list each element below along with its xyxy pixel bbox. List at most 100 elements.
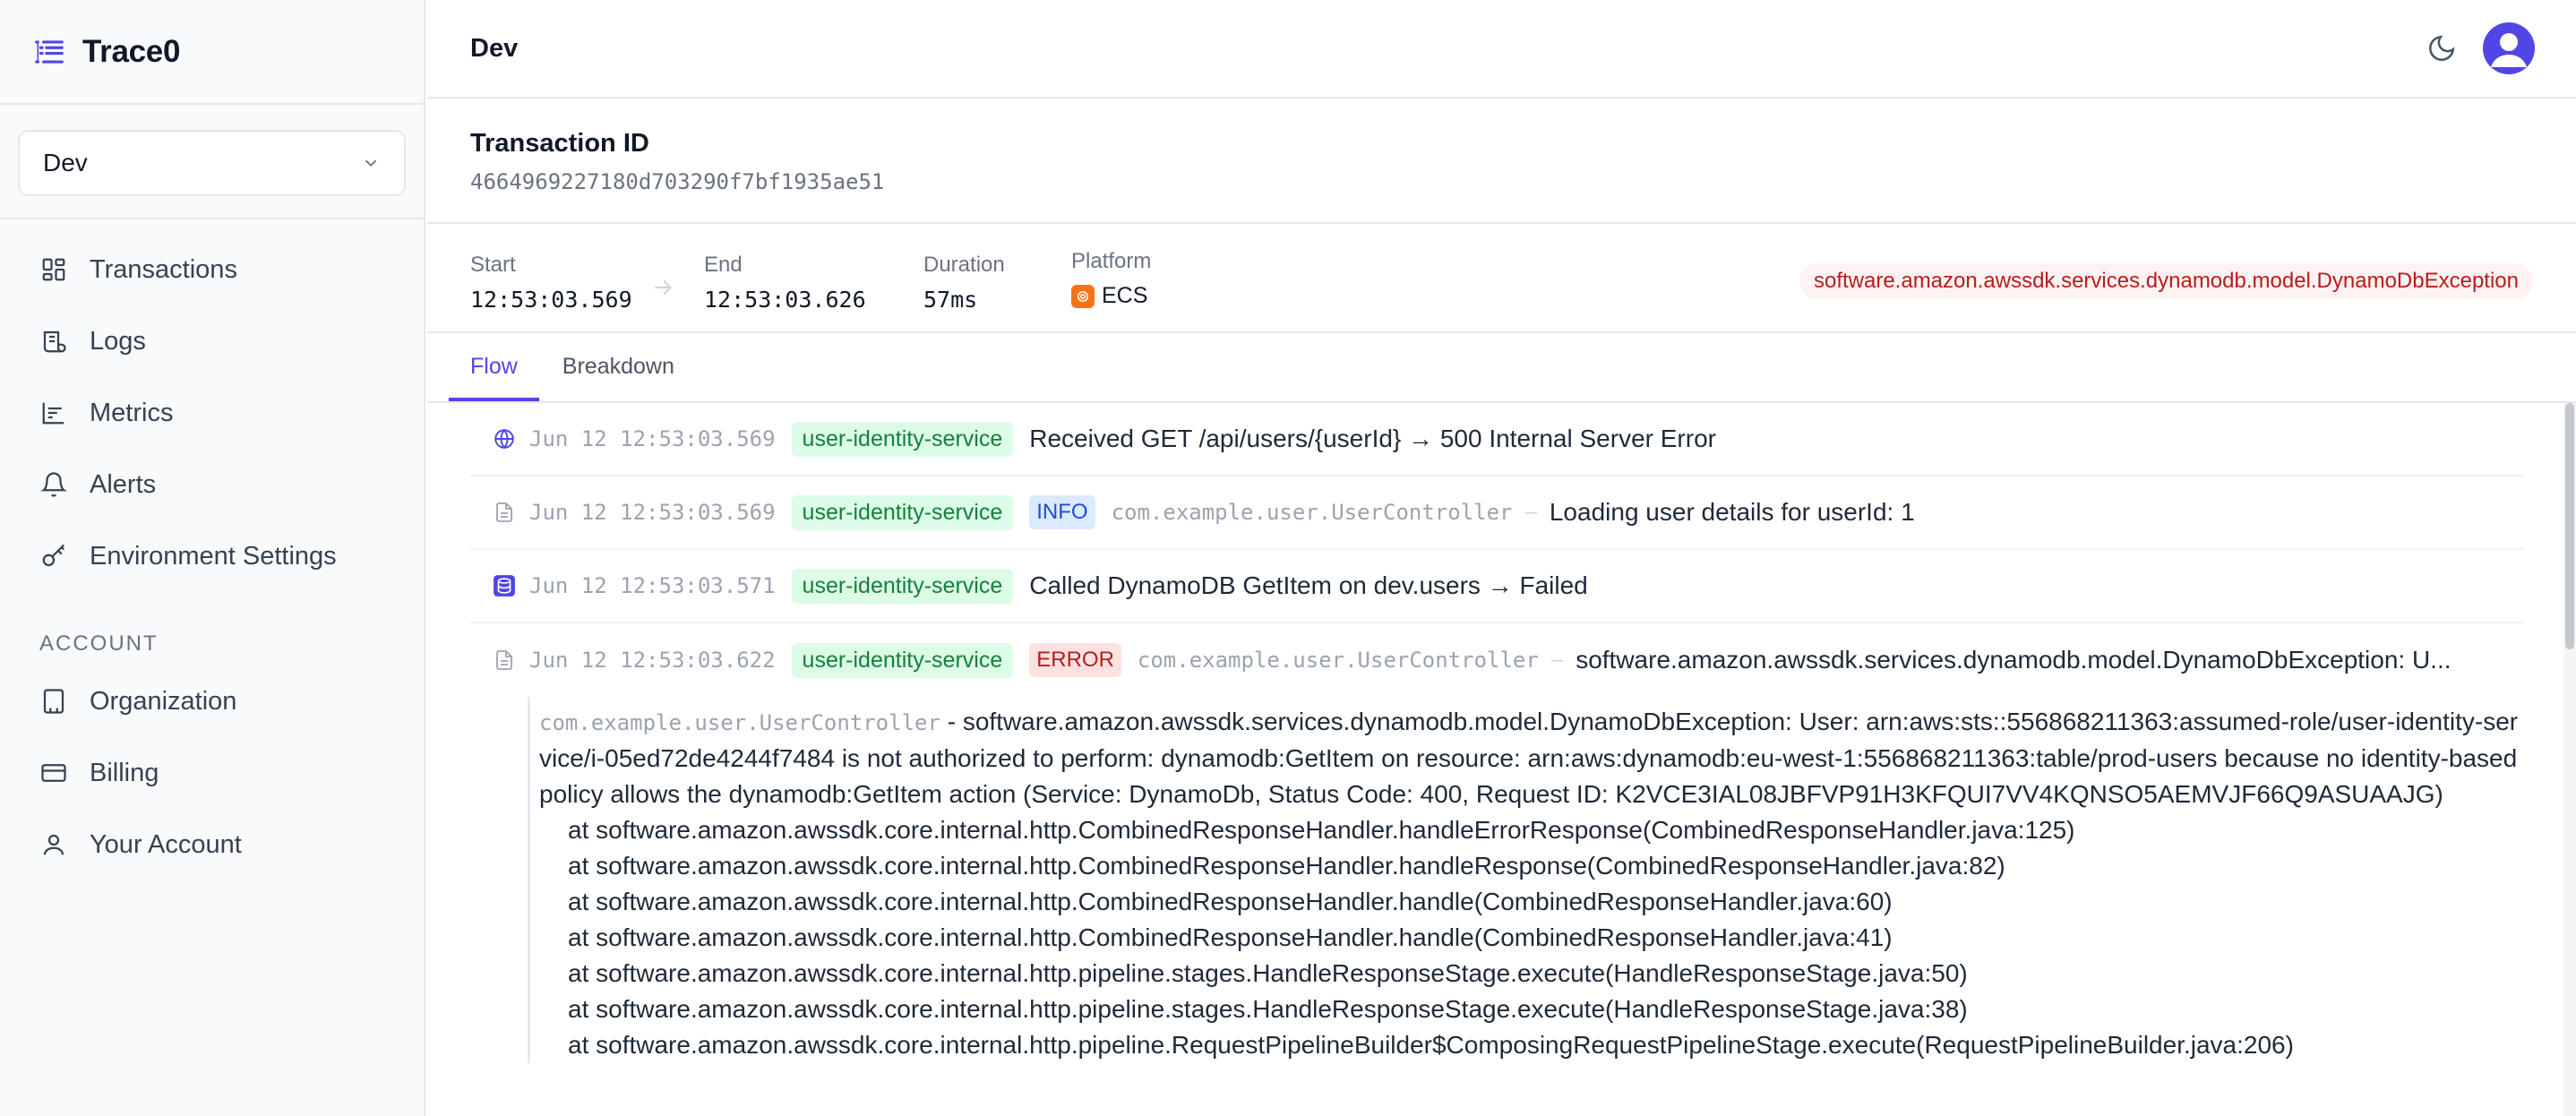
log-level-badge: INFO [1029,495,1095,529]
app-name: Trace0 [82,33,181,69]
start-label: Start [470,253,516,277]
arrow-right-icon [655,279,673,296]
bar-chart-icon [39,399,68,427]
tab-breakdown[interactable]: Breakdown [562,354,674,401]
end-label: End [704,253,743,277]
environment-select[interactable]: Dev [18,130,406,196]
row-timestamp: Jun 12 12:53:03.571 [529,573,776,598]
stack-trace-line: at software.amazon.awssdk.core.internal.… [568,1031,2294,1059]
service-badge: user-identity-service [791,421,1014,457]
start-value: 12:53:03.569 [470,287,632,313]
sidebar-item-label: Organization [90,686,237,716]
building-icon [39,687,68,716]
sidebar-item-alerts[interactable]: Alerts [0,449,424,520]
list-tree-icon [35,39,64,64]
main-content: Dev Transaction ID 4664969227180d703290f… [427,0,2576,1116]
stack-trace-line: at software.amazon.awssdk.core.internal.… [568,995,1968,1023]
sidebar-item-logs[interactable]: Logs [0,305,424,377]
row-timestamp: Jun 12 12:53:03.569 [529,500,776,525]
platform-field: Platform ECS [1071,249,1151,309]
detail-separator: - [940,708,963,735]
duration-field: Duration 57ms [923,253,1005,313]
brand[interactable]: Trace0 [0,0,424,105]
service-badge: user-identity-service [791,494,1014,530]
moon-icon [2429,35,2455,61]
platform-name: ECS [1102,283,1148,308]
tab-flow[interactable]: Flow [449,354,539,401]
end-value: 12:53:03.626 [704,287,866,313]
sidebar-item-label: Transactions [90,254,237,284]
flow-row[interactable]: Jun 12 12:53:03.571 user-identity-servic… [470,550,2524,623]
top-bar: Dev [427,0,2576,99]
row-message: software.amazon.awssdk.services.dynamodb… [1576,646,2451,674]
stack-trace-line: at software.amazon.awssdk.core.internal.… [568,816,2075,844]
stack-trace-line: at software.amazon.awssdk.core.internal.… [568,959,1968,987]
flow-row[interactable]: Jun 12 12:53:03.622 user-identity-servic… [470,623,2524,697]
error-detail-message: com.example.user.UserController - softwa… [539,704,2524,812]
dynamodb-icon [492,573,517,598]
sidebar-item-organization[interactable]: Organization [0,665,424,737]
service-badge: user-identity-service [791,568,1014,604]
log-level-badge: ERROR [1029,643,1121,677]
stack-trace-line: at software.amazon.awssdk.core.internal.… [568,852,2005,880]
detail-logger: com.example.user.UserController [539,710,940,735]
sidebar-item-label: Billing [90,758,159,787]
start-field: Start 12:53:03.569 [470,253,632,313]
account-section-heading: ACCOUNT [39,631,159,656]
page-title: Dev [470,33,519,63]
document-icon [492,500,517,525]
scroll-icon [39,327,68,356]
exception-badge: software.amazon.awssdk.services.dynamodb… [1799,263,2533,299]
sidebar-item-metrics[interactable]: Metrics [0,377,424,449]
transaction-meta: Start 12:53:03.569 End 12:53:03.626 Dura… [427,224,2576,333]
flow-row[interactable]: Jun 12 12:53:03.569 user-identity-servic… [470,476,2524,550]
row-message: Received GET /api/users/{userId} → 500 I… [1029,425,1716,452]
scrollbar[interactable] [2563,403,2576,1116]
tab-bar: Flow Breakdown [427,333,2576,403]
sidebar-item-label: Logs [90,326,146,356]
stack-trace-line: at software.amazon.awssdk.core.internal.… [568,888,1893,915]
transaction-header: Transaction ID 4664969227180d703290f7bf1… [427,99,2576,224]
sidebar-item-label: Environment Settings [90,541,337,571]
service-badge: user-identity-service [791,642,1014,678]
user-avatar-icon [2491,33,2527,67]
main-nav: Transactions Logs Metrics Alerts Environ… [0,219,424,880]
sidebar-item-billing[interactable]: Billing [0,737,424,809]
theme-toggle-button[interactable] [2424,30,2460,66]
separator: – [1524,500,1537,524]
row-message: Called DynamoDB GetItem on dev.users → F… [1029,571,1588,599]
user-icon [39,830,68,859]
document-icon [492,648,517,673]
avatar[interactable] [2483,22,2535,74]
row-timestamp: Jun 12 12:53:03.622 [529,648,776,673]
row-message: Loading user details for userId: 1 [1549,498,1915,526]
transaction-id-value: 4664969227180d703290f7bf1935ae51 [470,169,885,194]
duration-label: Duration [923,253,1005,277]
environment-select-value: Dev [43,149,88,176]
row-logger: com.example.user.UserController [1137,648,1539,673]
credit-card-icon [39,759,68,787]
flow-list: Jun 12 12:53:03.569 user-identity-servic… [470,403,2524,1063]
row-logger: com.example.user.UserController [1111,500,1513,525]
scrollbar-thumb[interactable] [2565,403,2574,649]
error-detail: com.example.user.UserController - softwa… [528,697,2524,1063]
ecs-icon [1071,284,1095,308]
separator: – [1550,648,1564,672]
row-timestamp: Jun 12 12:53:03.569 [529,426,776,451]
sidebar-item-your-account[interactable]: Your Account [0,809,424,880]
flow-row[interactable]: Jun 12 12:53:03.569 user-identity-servic… [470,403,2524,476]
sidebar: Trace0 Dev Transactions Logs Metrics Ale… [0,0,425,1116]
sidebar-item-label: Alerts [90,469,157,499]
platform-value: ECS [1071,283,1151,309]
grid-icon [39,255,68,284]
sidebar-item-label: Your Account [90,829,242,859]
sidebar-item-environment-settings[interactable]: Environment Settings [0,520,424,592]
environment-selector-wrap: Dev [0,105,424,219]
key-icon [39,542,68,571]
sidebar-item-transactions[interactable]: Transactions [0,234,424,305]
chevron-down-icon [365,159,377,167]
sidebar-item-label: Metrics [90,398,174,427]
globe-icon [492,426,517,451]
end-field: End 12:53:03.626 [704,253,866,313]
platform-label: Platform [1071,249,1152,273]
